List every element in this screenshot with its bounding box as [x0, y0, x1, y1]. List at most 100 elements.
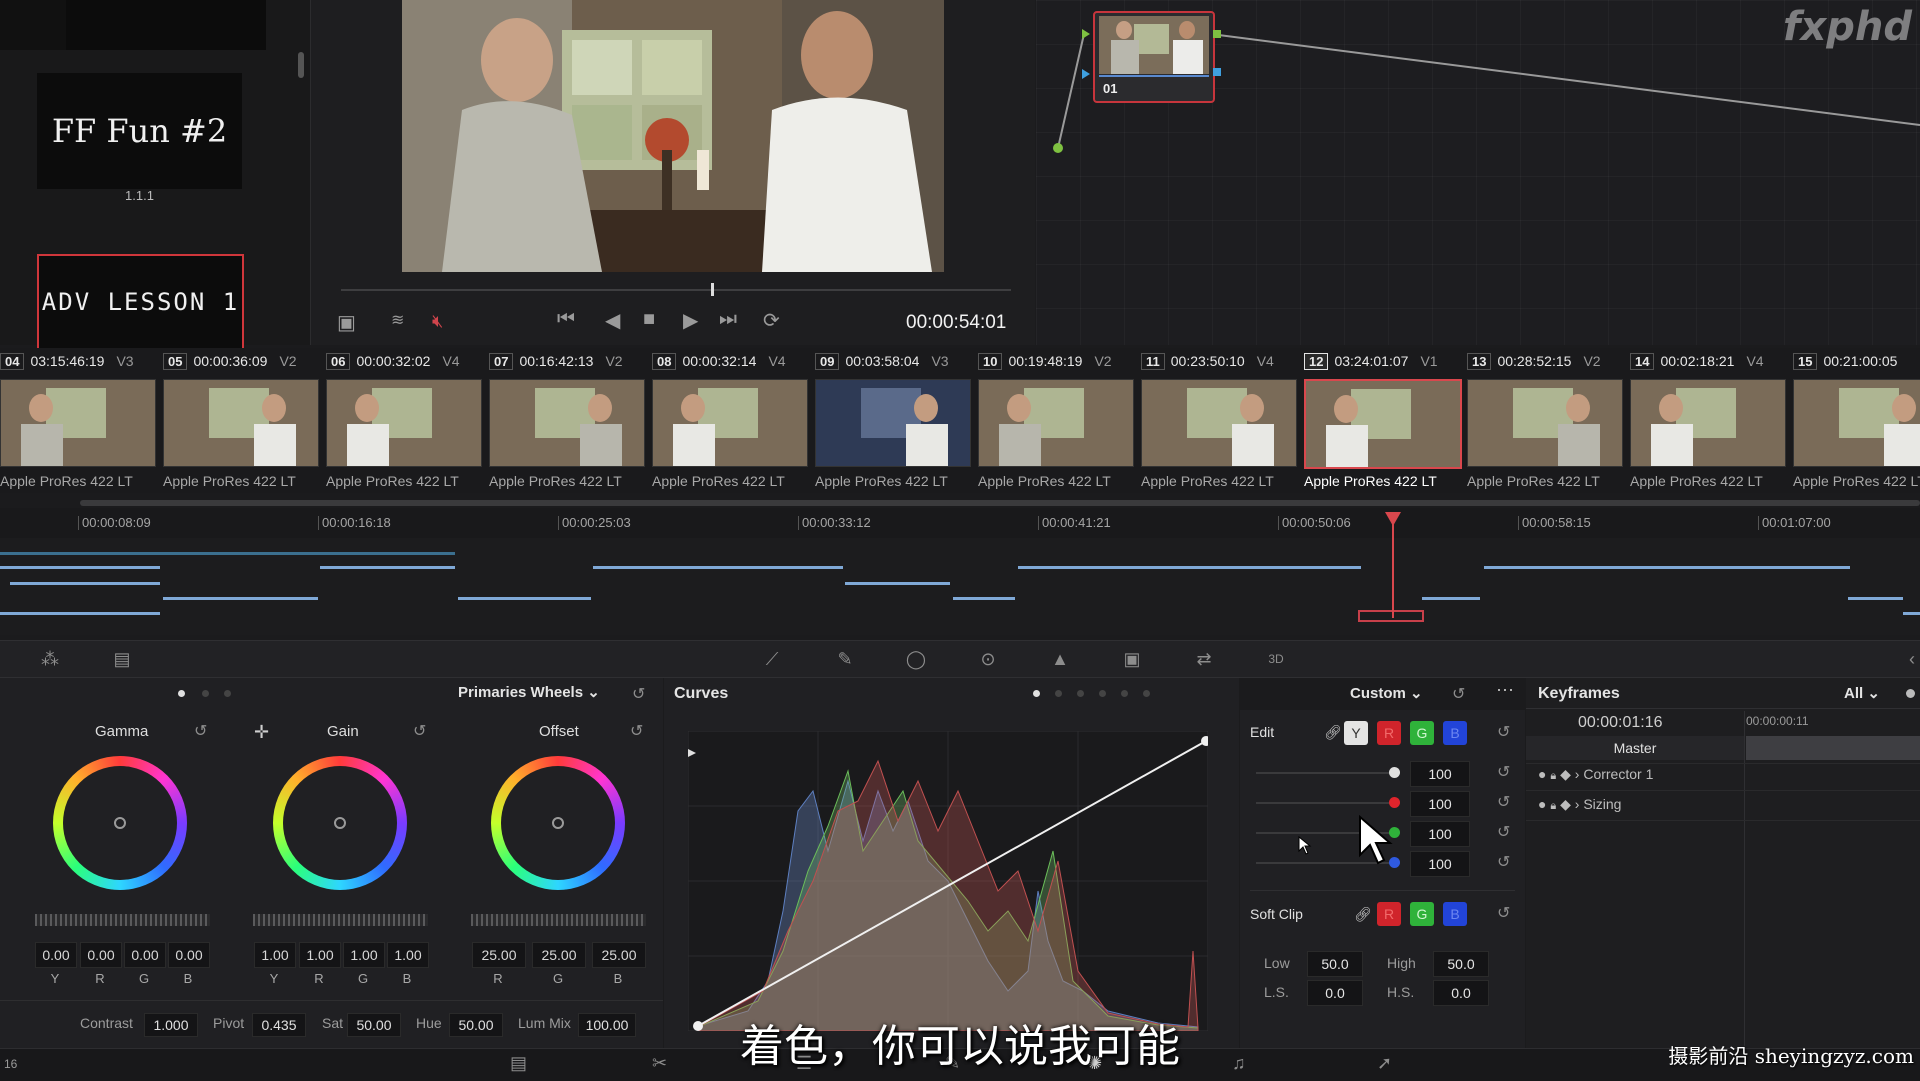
- b-value[interactable]: 100: [1410, 851, 1470, 877]
- play-icon[interactable]: ▶: [683, 308, 698, 333]
- color-match-icon[interactable]: ▤: [110, 647, 134, 671]
- softclip-g-button[interactable]: G: [1410, 902, 1434, 926]
- link-icon[interactable]: 🔗︎: [1324, 724, 1342, 741]
- softclip-r-button[interactable]: R: [1377, 902, 1401, 926]
- y-slider-handle[interactable]: [1389, 767, 1400, 778]
- reset-primaries-icon[interactable]: ↺: [632, 684, 645, 704]
- keyframes-row-corrector[interactable]: ● 🔒︎ ◆ › Corrector 1: [1538, 766, 1653, 783]
- gamma-wheel[interactable]: [53, 756, 187, 890]
- clip-10[interactable]: 10 00:19:48:19 V2 Apple ProRes 422 LT: [978, 348, 1141, 493]
- scrubber-track[interactable]: [341, 289, 1011, 291]
- node-input-blue[interactable]: [1082, 69, 1090, 79]
- keyframes-master-row[interactable]: Master: [1526, 736, 1744, 760]
- clip-thumbnail[interactable]: [1793, 379, 1920, 467]
- curves-preset-select[interactable]: Custom ⌄: [1350, 684, 1423, 702]
- reset-offset-icon[interactable]: ↺: [630, 721, 643, 741]
- clip-08[interactable]: 08 00:00:32:14 V4 Apple ProRes 422 LT: [652, 348, 815, 493]
- 3d-icon[interactable]: 3D: [1264, 647, 1288, 671]
- ls-field[interactable]: 0.0: [1307, 980, 1363, 1006]
- gamma-master-slider[interactable]: [35, 914, 210, 926]
- r-slider[interactable]: [1256, 802, 1400, 804]
- channel-b-button[interactable]: B: [1443, 721, 1467, 745]
- g-value[interactable]: 100: [1410, 821, 1470, 847]
- primaries-mode-select[interactable]: Primaries Wheels ⌄: [458, 683, 600, 701]
- reset-y-icon[interactable]: ↺: [1497, 762, 1510, 782]
- blur-icon[interactable]: ▲: [1048, 647, 1072, 671]
- skip-to-end-icon[interactable]: ⏭: [719, 308, 737, 331]
- keyframes-master-track[interactable]: [1746, 736, 1920, 760]
- clip-thumbnail[interactable]: [1304, 379, 1462, 469]
- node-input-green[interactable]: [1082, 29, 1090, 39]
- gallery-scrollbar[interactable]: [298, 52, 304, 78]
- mini-timeline-tracks[interactable]: [0, 538, 1920, 635]
- reset-curves-icon[interactable]: ↺: [1452, 684, 1465, 704]
- layers-icon[interactable]: ≋: [391, 310, 404, 330]
- clip-thumbnail[interactable]: [489, 379, 645, 467]
- clip-05[interactable]: 05 00:00:36:09 V2 Apple ProRes 422 LT: [163, 348, 326, 493]
- page-dot-2[interactable]: [202, 690, 209, 697]
- gain-puck[interactable]: [334, 817, 346, 829]
- viewer-frame[interactable]: [402, 0, 944, 272]
- page-dot-3[interactable]: [224, 690, 231, 697]
- node-editor[interactable]: fxphd 01: [1036, 0, 1920, 345]
- clip-07[interactable]: 07 00:16:42:13 V2 Apple ProRes 422 LT: [489, 348, 652, 493]
- keyframe-mode-icon[interactable]: [1906, 689, 1915, 698]
- still-ff-fun[interactable]: FF Fun #2: [37, 73, 242, 189]
- clip-11[interactable]: 11 00:23:50:10 V4 Apple ProRes 422 LT: [1141, 348, 1304, 493]
- window-icon[interactable]: ◯: [904, 647, 928, 671]
- reset-softclip-icon[interactable]: ↺: [1497, 903, 1510, 923]
- timeline-scrollbar[interactable]: [80, 500, 1920, 506]
- node-output-green[interactable]: [1213, 30, 1221, 38]
- key-icon[interactable]: ▣: [1120, 647, 1144, 671]
- picker-crosshair-icon[interactable]: ✛: [254, 722, 269, 743]
- clip-09[interactable]: 09 00:03:58:04 V3 Apple ProRes 422 LT: [815, 348, 978, 493]
- clip-thumbnail[interactable]: [652, 379, 808, 467]
- gain-b-value[interactable]: 1.00: [387, 942, 429, 968]
- channel-r-button[interactable]: R: [1377, 721, 1401, 745]
- gallery-still-top-2[interactable]: [66, 0, 266, 50]
- clip-thumbnail[interactable]: [0, 379, 156, 467]
- high-field[interactable]: 50.0: [1433, 951, 1489, 977]
- clip-12[interactable]: 12 03:24:01:07 V1 Apple ProRes 422 LT: [1304, 348, 1467, 493]
- y-slider[interactable]: [1256, 772, 1400, 774]
- more-options-icon[interactable]: ⋯: [1496, 680, 1514, 701]
- qualifier-icon[interactable]: ✎: [833, 647, 857, 671]
- hs-field[interactable]: 0.0: [1433, 980, 1489, 1006]
- y-value[interactable]: 100: [1410, 761, 1470, 787]
- keyframes-row-sizing[interactable]: ● 🔒︎ ◆ › Sizing: [1538, 796, 1621, 813]
- gamma-r-value[interactable]: 0.00: [80, 942, 122, 968]
- playhead-line[interactable]: [1392, 512, 1394, 618]
- curves-graph[interactable]: [688, 731, 1208, 1031]
- curves-tool-icon[interactable]: ⟋: [760, 647, 784, 671]
- gamma-puck[interactable]: [114, 817, 126, 829]
- clip-13[interactable]: 13 00:28:52:15 V2 Apple ProRes 422 LT: [1467, 348, 1630, 493]
- still-adv-lesson[interactable]: ADV LESSON 1: [37, 254, 244, 348]
- offset-b-value[interactable]: 25.00: [592, 942, 646, 968]
- lock-icon[interactable]: 🔒︎: [1550, 770, 1556, 782]
- gamma-b-value[interactable]: 0.00: [168, 942, 210, 968]
- r-value[interactable]: 100: [1410, 791, 1470, 817]
- offset-master-slider[interactable]: [471, 914, 646, 926]
- softclip-link-icon[interactable]: 🔗︎: [1354, 906, 1372, 923]
- reset-r-icon[interactable]: ↺: [1497, 792, 1510, 812]
- offset-r-value[interactable]: 25.00: [472, 942, 526, 968]
- offset-wheel[interactable]: [491, 756, 625, 890]
- node-01[interactable]: 01: [1093, 11, 1215, 103]
- sizing-icon[interactable]: ⇄: [1192, 647, 1216, 671]
- mute-icon[interactable]: 🔇︎: [432, 311, 443, 332]
- reset-edit-icon[interactable]: ↺: [1497, 722, 1510, 742]
- step-back-icon[interactable]: ◀: [605, 308, 620, 333]
- page-dot-1[interactable]: [178, 690, 185, 697]
- gamma-g-value[interactable]: 0.00: [124, 942, 166, 968]
- reset-b-icon[interactable]: ↺: [1497, 852, 1510, 872]
- stop-icon[interactable]: ■: [643, 308, 655, 331]
- offset-g-value[interactable]: 25.00: [532, 942, 586, 968]
- clip-thumbnail[interactable]: [1630, 379, 1786, 467]
- gain-y-value[interactable]: 1.00: [254, 942, 296, 968]
- tracker-icon[interactable]: ⊙: [976, 647, 1000, 671]
- gallery-still-top[interactable]: [0, 0, 66, 50]
- clip-thumbnail[interactable]: [1467, 379, 1623, 467]
- clip-15[interactable]: 15 00:21:00:05 Apple ProRes 422 LT: [1793, 348, 1920, 493]
- viewer-mode-icon[interactable]: ▣: [337, 310, 356, 335]
- scrubber-playhead[interactable]: [711, 283, 714, 296]
